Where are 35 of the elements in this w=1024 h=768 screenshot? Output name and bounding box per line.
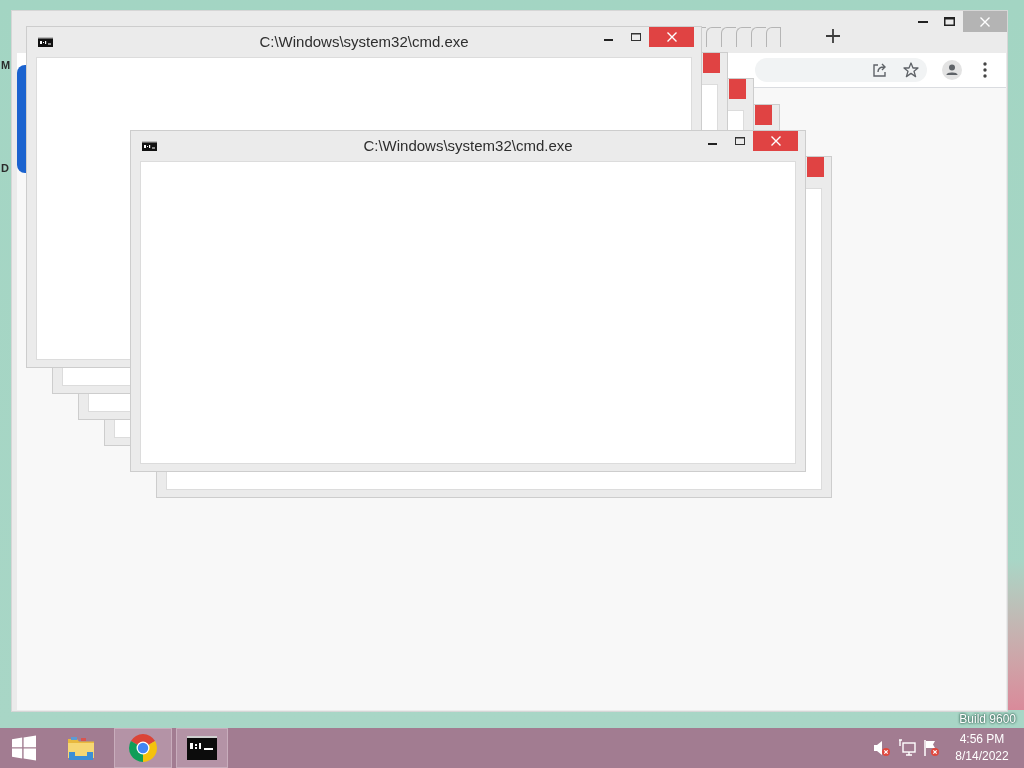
chrome-logo-icon [128, 733, 158, 763]
console-icon [38, 36, 53, 47]
close-button-fragment [755, 105, 772, 125]
profile-avatar-icon[interactable] [942, 60, 962, 80]
os-build-watermark: Build 9600 [959, 712, 1016, 726]
taskbar-app-button[interactable] [176, 728, 228, 768]
desktop-icon-label: M [1, 59, 11, 72]
folder-icon [66, 734, 96, 762]
new-tab-plus-icon[interactable] [826, 29, 840, 43]
close-button-fragment [729, 79, 746, 99]
window-title: C:\Windows\system32\cmd.exe [363, 136, 573, 155]
close-button-fragment [807, 157, 824, 177]
console-icon [187, 736, 217, 760]
minimize-icon [708, 143, 717, 145]
console-icon [142, 140, 157, 151]
address-bar[interactable] [755, 58, 927, 82]
desktop-icon-label: D [1, 162, 9, 175]
maximize-icon [630, 33, 641, 41]
window-title: C:\Windows\system32\cmd.exe [259, 32, 469, 51]
close-button-fragment [703, 53, 720, 73]
close-icon [666, 32, 677, 42]
star-icon[interactable] [903, 62, 919, 78]
network-icon[interactable] [898, 739, 916, 757]
windows-logo-icon [11, 735, 37, 761]
muted-speaker-icon[interactable] [872, 739, 890, 757]
minimize-icon [604, 39, 613, 41]
menu-icon[interactable] [983, 62, 987, 78]
close-icon [770, 136, 781, 146]
maximize-icon [734, 137, 745, 145]
minimize-icon [917, 20, 928, 23]
flag-alert-icon[interactable] [922, 739, 940, 757]
share-icon[interactable] [872, 62, 888, 78]
clock[interactable]: 4:56 PM 8/14/2022 [952, 731, 1012, 765]
maximize-icon [944, 17, 955, 26]
close-icon [980, 16, 990, 27]
